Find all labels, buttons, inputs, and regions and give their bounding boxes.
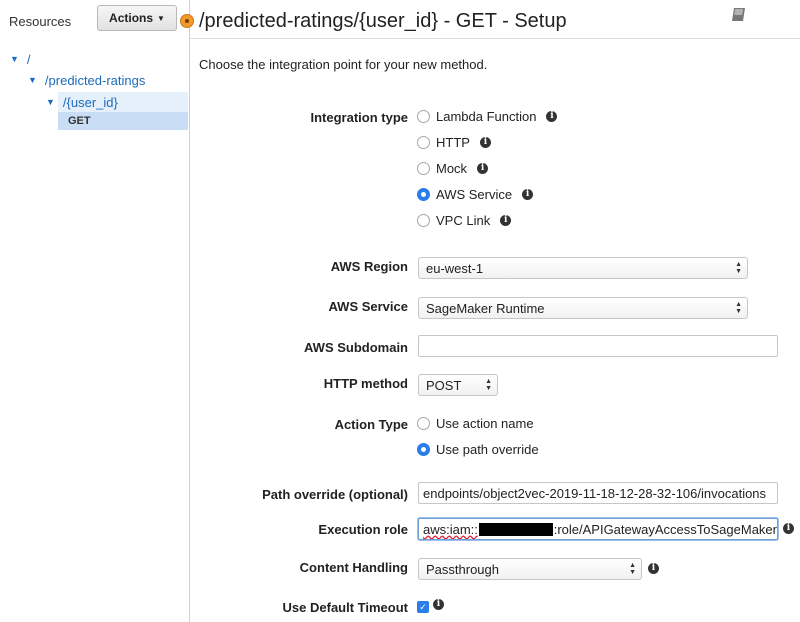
radio-http[interactable]: HTTP i (417, 135, 491, 150)
content-handling-label: Content Handling (299, 560, 408, 575)
radio-button[interactable] (417, 110, 430, 123)
select-value: Passthrough (426, 561, 499, 577)
path-override-input[interactable]: endpoints/object2vec-2019-11-18-12-28-32… (418, 482, 778, 504)
triangle-down-icon: ▼ (28, 75, 37, 85)
radio-label: Use action name (436, 416, 534, 431)
intro-text: Choose the integration point for your ne… (199, 57, 488, 72)
select-arrows-icon: ▲ ▼ (485, 378, 492, 392)
default-timeout-label: Use Default Timeout (282, 600, 408, 615)
resources-title: Resources (9, 14, 72, 29)
select-arrows-icon: ▲ ▼ (735, 261, 742, 275)
info-icon[interactable]: i (479, 137, 491, 148)
aws-service-label: AWS Service (328, 299, 409, 314)
aws-service-select[interactable]: SageMaker Runtime ▲ ▼ (418, 297, 748, 319)
aws-region-label: AWS Region (330, 259, 408, 274)
select-value: SageMaker Runtime (426, 300, 545, 316)
integration-type-label: Integration type (310, 110, 408, 125)
tree-item-get-method[interactable]: GET (58, 112, 188, 130)
aws-subdomain-label: AWS Subdomain (304, 340, 408, 355)
triangle-down-icon: ▼ (46, 97, 55, 107)
radio-button[interactable] (417, 214, 430, 227)
radio-button[interactable] (417, 162, 430, 175)
radio-label: VPC Link (436, 213, 491, 228)
radio-use-path-override[interactable]: Use path override (417, 442, 539, 457)
role-arn-prefix: aws:iam:: (423, 521, 478, 537)
info-icon[interactable]: i (783, 523, 794, 534)
content-handling-select[interactable]: Passthrough ▲ ▼ (418, 558, 642, 580)
action-type-label: Action Type (334, 417, 408, 432)
tree-item-label: / (26, 51, 31, 67)
radio-mock[interactable]: Mock i (417, 161, 489, 176)
info-icon[interactable]: i (546, 111, 558, 122)
radio-label: HTTP (436, 135, 470, 150)
execution-role-label: Execution role (318, 522, 408, 537)
info-icon[interactable]: i (648, 563, 659, 574)
role-arn-suffix: :role/APIGatewayAccessToSageMaker (553, 521, 777, 537)
radio-button-selected[interactable] (417, 443, 430, 456)
execution-role-input[interactable]: aws:iam:: :role/APIGatewayAccessToSageMa… (418, 518, 778, 540)
radio-label: AWS Service (436, 187, 513, 202)
select-value: eu-west-1 (426, 260, 484, 276)
radio-label: Mock (436, 161, 468, 176)
info-icon[interactable]: i (522, 189, 534, 200)
actions-label: Actions (109, 11, 154, 25)
info-icon[interactable]: i (433, 599, 444, 610)
radio-use-action-name[interactable]: Use action name (417, 416, 534, 431)
http-method-label: HTTP method (323, 376, 408, 391)
aws-region-select[interactable]: eu-west-1 ▲ ▼ (418, 257, 748, 279)
tree-item-user-id[interactable]: ▼ /{user_id} (46, 93, 118, 111)
default-timeout-checkbox[interactable]: ✓ (417, 601, 429, 613)
title-divider (190, 38, 800, 39)
info-icon[interactable]: i (477, 163, 489, 174)
info-icon[interactable]: i (500, 215, 512, 226)
actions-button[interactable]: Actions ▼ (97, 5, 177, 31)
radio-button-selected[interactable] (417, 188, 430, 201)
select-arrows-icon: ▲ ▼ (735, 301, 742, 315)
page-title: /predicted-ratings/{user_id} - GET - Set… (199, 10, 567, 32)
radio-aws-service[interactable]: AWS Service i (417, 187, 534, 202)
radio-label: Lambda Function (436, 109, 537, 124)
radio-label: Use path override (436, 442, 539, 457)
tree-item-root[interactable]: ▼ / (10, 50, 31, 68)
radio-vpc-link[interactable]: VPC Link i (417, 213, 512, 228)
select-arrows-icon: ▲ ▼ (629, 562, 636, 576)
path-override-label: Path override (optional) (262, 487, 408, 502)
aws-subdomain-input[interactable] (418, 335, 778, 357)
tree-item-label: /{user_id} (62, 94, 118, 110)
selected-indicator-icon (180, 14, 194, 28)
radio-button[interactable] (417, 417, 430, 430)
triangle-down-icon: ▼ (10, 54, 19, 64)
http-method-select[interactable]: POST ▲ ▼ (418, 374, 498, 396)
tree-item-predicted-ratings[interactable]: ▼ /predicted-ratings (28, 71, 145, 89)
radio-lambda-function[interactable]: Lambda Function i (417, 109, 558, 124)
tree-item-label: /predicted-ratings (44, 72, 146, 88)
book-icon[interactable] (730, 6, 748, 24)
resources-sidebar: Resources Actions ▼ ▼ / ▼ /predicted-rat… (0, 0, 190, 622)
redacted-account-id (478, 522, 553, 536)
caret-down-icon: ▼ (157, 13, 165, 23)
radio-button[interactable] (417, 136, 430, 149)
select-value: POST (426, 377, 462, 393)
